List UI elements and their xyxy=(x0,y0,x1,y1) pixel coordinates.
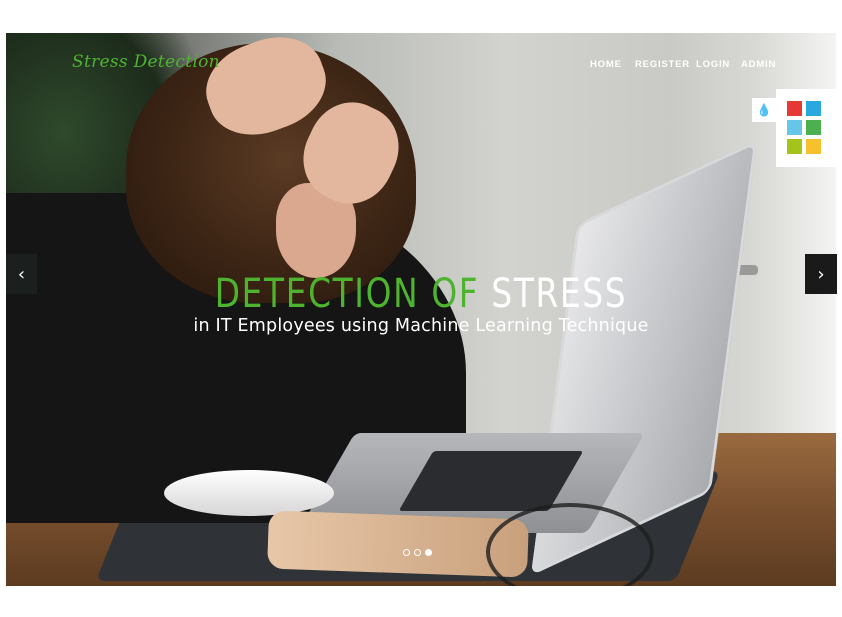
slider-dot-active[interactable] xyxy=(425,549,432,556)
nav-register[interactable]: REGISTER xyxy=(635,59,690,70)
slider-prev-button[interactable]: ‹ xyxy=(6,254,37,294)
nav-login[interactable]: LOGIN xyxy=(696,59,730,70)
slider-pagination xyxy=(403,549,432,556)
hero-title-part2: OF xyxy=(431,270,480,317)
hero-title-part3: STRESS xyxy=(491,270,628,317)
hero-title-part1: DETECTION xyxy=(214,270,420,317)
hero-subtitle: in IT Employees using Machine Learning T… xyxy=(193,316,649,336)
chevron-left-icon: ‹ xyxy=(17,263,26,285)
hero-title: DETECTION OF STRESS xyxy=(76,271,766,317)
swatch-lime[interactable] xyxy=(787,139,802,154)
swatch-green[interactable] xyxy=(806,120,821,135)
brand-logo[interactable]: Stress Detection xyxy=(72,52,220,72)
computer-mouse xyxy=(164,470,334,516)
droplet-icon: 💧 xyxy=(756,103,772,117)
swatch-yellow[interactable] xyxy=(806,139,821,154)
swatch-red[interactable] xyxy=(787,101,802,116)
color-switcher-toggle[interactable]: 💧 xyxy=(752,98,776,122)
nav-admin[interactable]: ADMIN xyxy=(741,59,776,70)
swatch-blue[interactable] xyxy=(806,101,821,116)
slider-dot[interactable] xyxy=(414,549,421,556)
slider-next-button[interactable]: › xyxy=(805,254,837,294)
nav-home[interactable]: HOME xyxy=(590,59,622,70)
swatch-light-blue[interactable] xyxy=(787,120,802,135)
chevron-right-icon: › xyxy=(817,263,825,285)
slider-dot[interactable] xyxy=(403,549,410,556)
color-switcher-panel xyxy=(776,89,836,167)
